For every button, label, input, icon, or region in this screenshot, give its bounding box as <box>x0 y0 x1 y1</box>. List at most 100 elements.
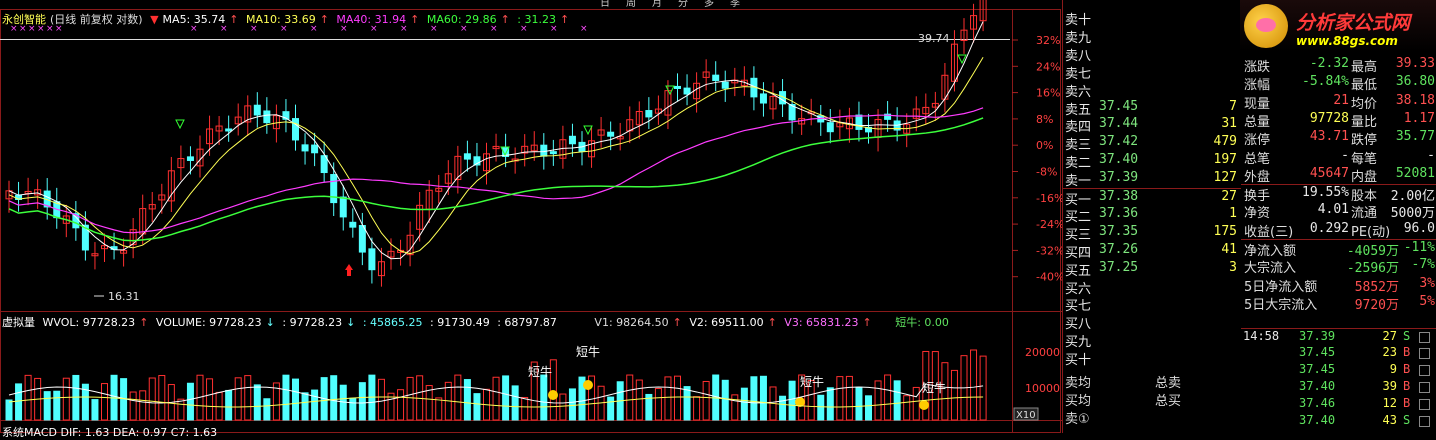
short-bull-label: 短牛 <box>528 364 552 379</box>
volume-unit-label: X10 <box>1016 410 1036 421</box>
stat-row: 外盘 45647 内盘 52081 <box>1241 166 1436 185</box>
orderbook-volume: 479 <box>1213 134 1237 150</box>
orderbook-row[interactable]: 买六 <box>1063 278 1241 297</box>
menu-item-5[interactable]: 季 <box>730 0 740 8</box>
stat-value: 4.01 <box>1317 202 1349 218</box>
volume-bar <box>492 376 500 421</box>
volume-bar <box>330 375 338 421</box>
stat-value-2: -7% <box>1411 257 1435 273</box>
price-legend: 永创智能 (日线 前复权 对数) ▼ MA5: 35.74 ↑ MA10: 33.69… <box>2 13 570 26</box>
stat-value-2: 39.33 <box>1395 56 1435 71</box>
orderbook-row[interactable]: 买三 37.35 175 <box>1063 223 1241 243</box>
candle-body <box>712 74 720 81</box>
stat-value: -4059万 <box>1346 244 1399 259</box>
price-axis-label: 0% <box>1036 139 1053 152</box>
orderbook-price: 37.26 <box>1099 241 1139 257</box>
menu-item-2[interactable]: 月 <box>652 0 662 8</box>
menu-item-0[interactable]: 日 <box>600 0 610 8</box>
tick-row[interactable]: 37.40 43 S <box>1241 413 1436 428</box>
candle-body <box>855 114 863 130</box>
short-bull-label: 短牛 <box>576 344 600 359</box>
buy-arrow-icon <box>175 119 185 130</box>
orderbook-volume: 1 <box>1229 205 1237 221</box>
macd-legend: 系统MACD DIF: 1.63 DEA: 0.97 C7: 1.63 <box>2 426 218 439</box>
orderbook-row[interactable]: 买一 37.38 27 <box>1063 188 1241 208</box>
volume-bar <box>311 389 319 421</box>
tick-volume: 9 <box>1389 362 1397 376</box>
site-logo[interactable]: 分析家公式网 www.88gs.com <box>1240 0 1436 52</box>
tick-row[interactable]: 14:58 37.39 27 S <box>1241 328 1436 344</box>
orderbook-row[interactable]: 卖三 37.42 479 <box>1063 134 1241 153</box>
orderbook-row[interactable]: 卖一 37.39 127 <box>1063 170 1241 189</box>
orderbook-row[interactable]: 卖八 <box>1063 45 1241 64</box>
volume-bar <box>559 393 567 421</box>
tick-volume: 43 <box>1382 413 1397 427</box>
logo-url: www.88gs.com <box>1296 34 1398 48</box>
tick-side: B <box>1403 396 1411 410</box>
stat-value: -2.32 <box>1309 56 1349 71</box>
orderbook-row[interactable]: 卖四 37.44 31 <box>1063 116 1241 135</box>
orderbook-volume: 197 <box>1213 152 1237 168</box>
stat-label-2: PE(动) <box>1351 224 1391 240</box>
volume-bar <box>817 394 825 421</box>
avg-sell-label: 卖均 <box>1065 376 1092 391</box>
tick-row[interactable]: 37.45 9 B <box>1241 362 1436 377</box>
orderbook-row[interactable]: 卖五 37.45 7 <box>1063 98 1241 118</box>
tick-marker-icon <box>1419 348 1430 359</box>
tick-marker-icon <box>1419 416 1430 427</box>
ma60-value: MA60: 29.86 <box>426 13 497 26</box>
orderbook-level-label: 买七 <box>1065 299 1092 315</box>
orderbook-row[interactable]: 买九 <box>1063 331 1241 350</box>
short-bull-dot <box>919 400 929 410</box>
orderbook-row[interactable]: 卖七 <box>1063 63 1241 82</box>
stat-label: 5日净流入额 <box>1244 279 1318 295</box>
orderbook-row[interactable]: 卖二 37.40 197 <box>1063 152 1241 171</box>
orderbook-row[interactable]: 买七 <box>1063 295 1241 315</box>
stat-label: 涨跌 <box>1244 60 1271 75</box>
stat-label-2: 最低 <box>1351 78 1378 94</box>
v3-value: V3: 65831.23 <box>784 316 859 329</box>
avg-buy-label: 买均 <box>1065 394 1092 409</box>
stat-value-2: 38.18 <box>1395 92 1435 108</box>
orderbook-row[interactable]: 卖六 <box>1063 81 1241 100</box>
price-axis-label: -24% <box>1036 218 1062 231</box>
volume-bar <box>53 390 61 421</box>
kline-chart[interactable]: 32% 24% 16% 8% 0% -8% -16% -24% -32% -40% 20000 100… <box>0 0 1062 433</box>
orderbook-level-label: 买十 <box>1065 353 1092 369</box>
orderbook-price: 37.40 <box>1099 152 1139 168</box>
volume-bar <box>234 377 242 421</box>
orderbook-level-label: 卖十 <box>1065 13 1092 28</box>
stat-value-2: - <box>1427 147 1435 163</box>
orderbook-volume: 7 <box>1229 98 1237 114</box>
tick-volume: 23 <box>1382 345 1397 359</box>
orderbook-row[interactable]: 卖九 <box>1063 27 1241 46</box>
orderbook-row[interactable]: 买十 <box>1063 349 1241 369</box>
stat-label: 总笔 <box>1244 151 1271 167</box>
orderbook-row[interactable]: 买二 37.36 1 <box>1063 205 1241 225</box>
chart-area[interactable]: 32% 24% 16% 8% 0% -8% -16% -24% -32% -40% 20000 100… <box>0 0 1062 439</box>
ma10-value: MA10: 33.69 <box>245 13 316 26</box>
volume-bar <box>693 396 701 421</box>
short-bull-label: 短牛 <box>800 374 824 389</box>
candle-body <box>368 248 376 271</box>
stat-value: 9720万 <box>1354 297 1399 313</box>
volume-bar <box>5 399 13 421</box>
menu-item-3[interactable]: 分 <box>678 0 688 8</box>
menu-item-4[interactable]: 多 <box>704 0 714 8</box>
orderbook-row[interactable]: 买八 <box>1063 313 1241 332</box>
tick-row[interactable]: 37.40 39 B <box>1241 379 1436 394</box>
tick-row[interactable]: 37.46 12 B <box>1241 396 1436 411</box>
orderbook-volume: 175 <box>1213 223 1237 239</box>
volume-bar <box>43 391 51 421</box>
stat-row: 净流入额 -4059万 -11% <box>1241 239 1436 259</box>
orderbook-row[interactable]: 买四 37.26 41 <box>1063 241 1241 261</box>
volume-bar <box>836 376 844 421</box>
orderbook-row[interactable]: 卖十 <box>1063 9 1241 28</box>
quote-panel: 卖十 卖九 卖八 卖七 卖六 卖五 37.45 7 卖四 37.44 31 卖三 37.42 479 卖二 3… <box>1062 0 1436 433</box>
wvol-value: WVOL: 97728.23 <box>42 316 136 329</box>
orderbook-row[interactable]: 买五 37.25 3 <box>1063 260 1241 279</box>
tick-row[interactable]: 37.45 23 B <box>1241 345 1436 360</box>
volume-bar <box>139 390 147 421</box>
price-axis-label: -16% <box>1036 192 1062 205</box>
menu-item-1[interactable]: 周 <box>626 0 636 8</box>
